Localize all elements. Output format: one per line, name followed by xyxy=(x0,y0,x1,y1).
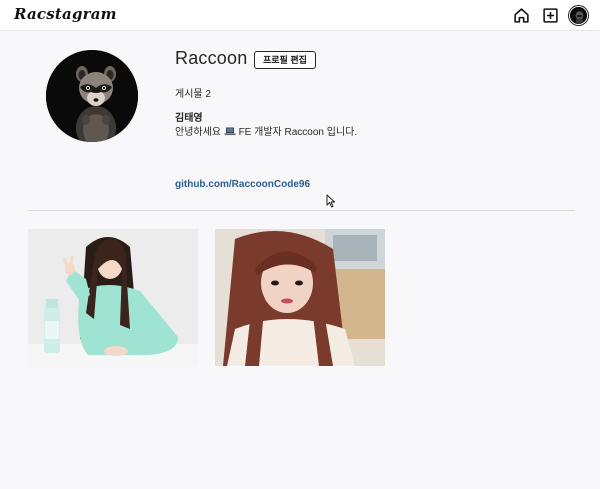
home-icon[interactable] xyxy=(511,5,532,26)
top-nav: Racstagram xyxy=(0,0,600,31)
post-thumbnail[interactable] xyxy=(215,229,385,366)
posts-label: 게시물 xyxy=(175,89,203,100)
profile-avatar xyxy=(46,50,138,142)
profile-bio: 안녕하세요 FE 개발자 Raccoon 입니다. xyxy=(175,123,357,139)
profile-divider xyxy=(28,210,575,211)
app-logo[interactable]: Racstagram xyxy=(14,5,117,23)
edit-profile-button[interactable]: 프로필 편집 xyxy=(254,51,316,69)
avatar[interactable] xyxy=(569,6,588,25)
profile-name: 김태영 xyxy=(175,113,203,124)
bio-suffix: FE 개발자 Raccoon 입니다. xyxy=(238,127,358,138)
bio-prefix: 안녕하세요 xyxy=(175,127,221,138)
profile-website-link[interactable]: github.com/RaccoonCode96 xyxy=(175,179,310,190)
profile-username: Raccoon xyxy=(175,48,248,68)
laptop-icon xyxy=(224,127,236,139)
posts-count: 게시물 2 xyxy=(175,85,211,100)
posts-number: 2 xyxy=(205,89,211,100)
post-thumbnail[interactable] xyxy=(28,229,198,366)
add-post-icon[interactable] xyxy=(540,5,561,26)
nav-icons xyxy=(511,5,588,26)
